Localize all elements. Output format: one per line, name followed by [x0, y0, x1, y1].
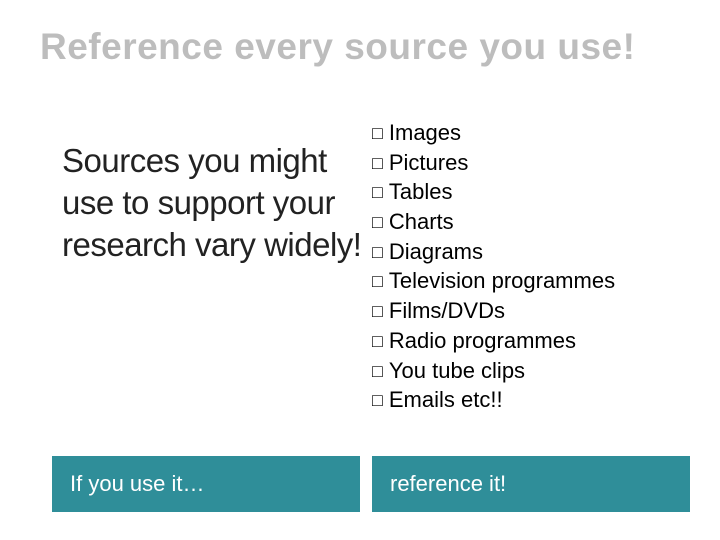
footer: If you use it… reference it! — [52, 456, 690, 512]
list-item: You tube clips — [372, 356, 690, 386]
body-left: Sources you might use to support your re… — [62, 118, 362, 415]
list-item: Tables — [372, 177, 690, 207]
list-item: Emails etc!! — [372, 385, 690, 415]
list-item: Images — [372, 118, 690, 148]
list-item: Television programmes — [372, 266, 690, 296]
list-item: Films/DVDs — [372, 296, 690, 326]
list-item: Radio programmes — [372, 326, 690, 356]
body-right: Images Pictures Tables Charts Diagrams T… — [362, 118, 690, 415]
footer-left-box: If you use it… — [52, 456, 360, 512]
source-list: Images Pictures Tables Charts Diagrams T… — [372, 118, 690, 415]
list-item: Diagrams — [372, 237, 690, 267]
slide-title: Reference every source you use! — [40, 26, 700, 68]
slide: Reference every source you use! Sources … — [0, 0, 720, 540]
list-item: Charts — [372, 207, 690, 237]
footer-left-text: If you use it… — [70, 471, 205, 497]
footer-right-text: reference it! — [390, 471, 506, 497]
footer-right-box: reference it! — [372, 456, 690, 512]
slide-body: Sources you might use to support your re… — [62, 118, 690, 415]
list-item: Pictures — [372, 148, 690, 178]
subtitle-text: Sources you might use to support your re… — [62, 140, 362, 267]
